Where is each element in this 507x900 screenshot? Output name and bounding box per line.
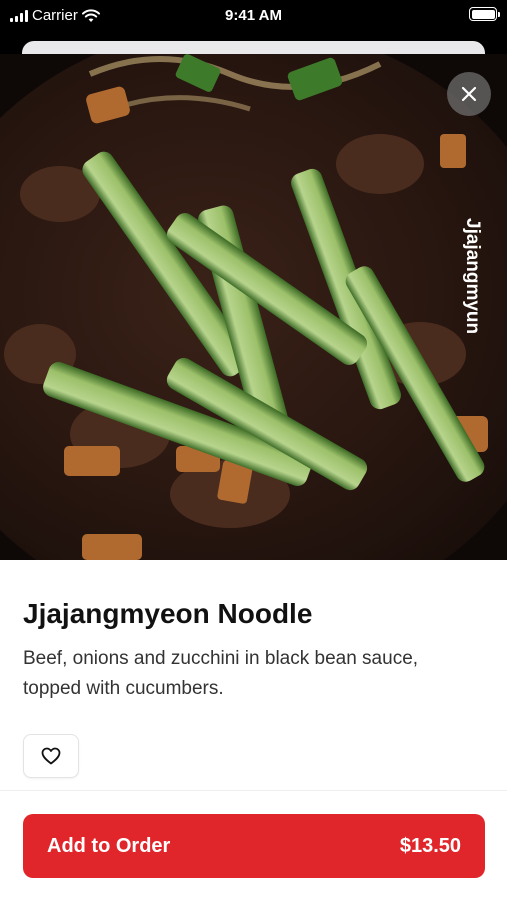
favorite-button[interactable]	[23, 734, 79, 778]
clock: 9:41 AM	[225, 7, 282, 24]
image-watermark: Jjajangmyun	[462, 218, 483, 335]
item-details: Jjajangmyeon Noodle Beef, onions and zuc…	[0, 560, 507, 900]
dish-illustration	[0, 54, 507, 560]
item-title: Jjajangmyeon Noodle	[23, 598, 313, 629]
dish-image	[0, 54, 507, 560]
close-icon	[461, 86, 477, 102]
heart-icon	[41, 747, 61, 765]
battery-icon	[469, 7, 500, 21]
status-bar: Carrier 9:41 AM	[0, 0, 507, 32]
add-to-order-label: Add to Order	[47, 834, 171, 857]
price-label: $13.50	[399, 834, 461, 857]
divider	[0, 790, 507, 791]
add-to-order-button[interactable]: Add to Order $13.50	[23, 814, 485, 878]
item-description: Beef, onions and zucchini in black bean …	[23, 648, 419, 699]
close-button[interactable]	[447, 72, 491, 116]
screen: Carrier 9:41 AM Jjajangmyun Jjajangmyeon…	[0, 0, 507, 900]
